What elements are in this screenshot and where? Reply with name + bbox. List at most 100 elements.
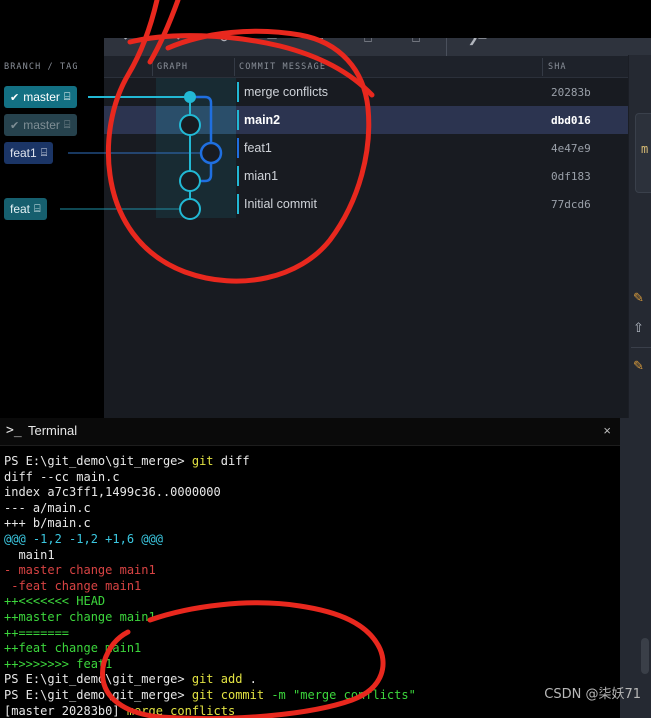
branch-label-feat[interactable]: feat ⌸ (4, 198, 47, 220)
terminal-line: diff --cc main.c (4, 470, 620, 486)
check-icon: ✔ (10, 119, 20, 132)
terminal-header: >_ Terminal × (0, 418, 620, 446)
terminal-text: [master 20283b0] (4, 703, 127, 718)
graph-cell (156, 106, 236, 134)
laptop-icon[interactable]: ⎕ (344, 38, 392, 56)
terminal-text: . (249, 672, 257, 687)
terminal-text: ++<<<<<<< HEAD (4, 594, 106, 609)
row-accent-bar (237, 194, 239, 214)
terminal-line: [master 20283b0] merge conflicts (4, 704, 620, 718)
detail-card-text: m (641, 142, 649, 156)
branch-name: feat1 (10, 146, 37, 160)
commit-sha: 20283b (551, 85, 591, 99)
branch-name: master (23, 90, 60, 104)
terminal-icon[interactable]: ❯━ (453, 38, 501, 56)
terminal-line: main1 (4, 548, 620, 564)
terminal-line: ++>>>>>>> feat1 (4, 657, 620, 673)
redo-icon[interactable]: ↷ (152, 38, 200, 56)
commit-sha: 4e47e9 (551, 141, 591, 155)
up-arrow-icon[interactable]: ⇧ (633, 320, 649, 336)
terminal-text: +++ b/main.c (4, 516, 91, 531)
terminal-text: -feat change main1 (4, 578, 142, 593)
minus-icon[interactable]: ─ (248, 38, 296, 56)
branch-name: master (23, 118, 60, 132)
commit-message: merge conflicts (244, 85, 329, 99)
header-divider-2 (234, 58, 235, 76)
graph-cell (156, 78, 236, 106)
undo-icon[interactable]: ↶ (104, 38, 152, 56)
commit-graph-panel: BRANCH / TAG GRAPH COMMIT MESSAGE SHA ⚙ … (4, 56, 651, 418)
commit-sha: dbd016 (551, 113, 591, 127)
terminal-text: ++>>>>>>> feat1 (4, 656, 113, 671)
terminal-text: diff --cc main.c (4, 469, 120, 484)
graph-cell (156, 190, 236, 218)
header-divider-3 (542, 58, 543, 76)
monitor-icon: ⌸ (63, 118, 71, 131)
monitor-icon: ⌸ (34, 202, 41, 215)
terminal-text: ++======= (4, 625, 70, 640)
column-header-row: BRANCH / TAG GRAPH COMMIT MESSAGE SHA ⚙ (4, 56, 651, 78)
laptop-icon-2[interactable]: ⎕ (392, 38, 440, 56)
table-row[interactable]: main2 dbd016 (104, 106, 651, 134)
close-icon[interactable]: × (603, 423, 611, 438)
detail-card: m (635, 113, 651, 193)
commit-sha: 0df183 (551, 169, 591, 183)
top-black-strip (0, 0, 651, 38)
table-row[interactable]: merge conflicts 20283b (104, 78, 651, 106)
terminal-panel: >_ Terminal × PS E:\git_demo\git_merge> … (0, 418, 620, 718)
table-row[interactable]: feat1 4e47e9 (104, 134, 651, 162)
terminal-line: PS E:\git_demo\git_merge> git add . (4, 672, 620, 688)
terminal-scrollbar-thumb[interactable] (641, 638, 649, 674)
terminal-line: --- a/main.c (4, 501, 620, 517)
terminal-text: git (191, 454, 221, 468)
check-icon: ✔ (10, 91, 20, 104)
toolbar-divider (446, 38, 447, 56)
branch-name: feat (10, 202, 31, 216)
table-row[interactable]: mian1 0df183 (104, 162, 651, 190)
branch-icon[interactable]: ⚭ (296, 38, 344, 56)
pencil-icon[interactable]: ✎ (633, 358, 649, 374)
terminal-line: PS E:\git_demo\git_merge> git commit -m … (4, 688, 620, 704)
terminal-text: git add (191, 672, 250, 687)
terminal-text: merge conflicts (126, 703, 236, 718)
monitor-icon: ⌸ (40, 146, 48, 159)
row-accent-bar (237, 138, 239, 158)
refresh-icon[interactable]: ↻ (200, 38, 248, 56)
terminal-text: - master change main1 (4, 563, 156, 578)
terminal-line: - master change main1 (4, 563, 620, 579)
watermark: CSDN @柒妖71 (544, 687, 641, 702)
branch-label-master-current[interactable]: ✔ master ⌸ (4, 86, 77, 108)
terminal-text: git commit (191, 687, 272, 702)
column-header-graph: GRAPH (157, 62, 189, 72)
terminal-output[interactable]: PS E:\git_demo\git_merge> git diff diff -… (0, 446, 620, 718)
branch-labels: ✔ master ⌸ ✔ master ⌸ feat1 ⌸ feat ⌸ (0, 56, 160, 256)
commit-message: main2 (244, 113, 281, 127)
terminal-text: PS E:\git_demo\git_merge> (4, 687, 192, 702)
terminal-text: ++feat change main1 (4, 641, 142, 656)
screenshot-root: ↶ ↷ ↻ ─ ⚭ ⎕ ⎕ ❯━ BRANCH / TAG GRAPH COMM… (0, 0, 651, 718)
terminal-text: "merge conflicts" (293, 687, 416, 702)
row-accent-bar (237, 110, 239, 130)
table-row[interactable]: Initial commit 77dcd6 (104, 190, 651, 218)
toolbar: ↶ ↷ ↻ ─ ⚭ ⎕ ⎕ ❯━ (104, 38, 651, 56)
terminal-text: PS E:\git_demo\git_merge> (4, 672, 192, 687)
row-accent-bar (237, 166, 239, 186)
terminal-line: -feat change main1 (4, 579, 620, 595)
terminal-text: index a7c3ff1,1499c36..0000000 (4, 485, 221, 500)
graph-cell (156, 162, 236, 190)
branch-label-master-remote[interactable]: ✔ master ⌸ (4, 114, 77, 136)
terminal-line: index a7c3ff1,1499c36..0000000 (4, 485, 620, 501)
terminal-text: @@@ -1,2 -1,2 +1,6 @@@ (4, 531, 163, 546)
terminal-line: ++master change main1 (4, 610, 620, 626)
commit-message: mian1 (244, 169, 279, 183)
terminal-title: Terminal (28, 423, 78, 438)
branch-label-feat1[interactable]: feat1 ⌸ (4, 142, 54, 164)
column-header-sha: SHA (548, 62, 567, 72)
terminal-text: ++master change main1 (4, 609, 156, 624)
terminal-prompt-icon: >_ (6, 423, 22, 438)
terminal-text: -m (271, 687, 294, 702)
column-header-commit: COMMIT MESSAGE (239, 62, 327, 72)
commit-rows: merge conflicts 20283b main2 dbd016 feat… (104, 78, 651, 218)
pencil-icon[interactable]: ✎ (633, 290, 649, 306)
graph-cell (156, 134, 236, 162)
